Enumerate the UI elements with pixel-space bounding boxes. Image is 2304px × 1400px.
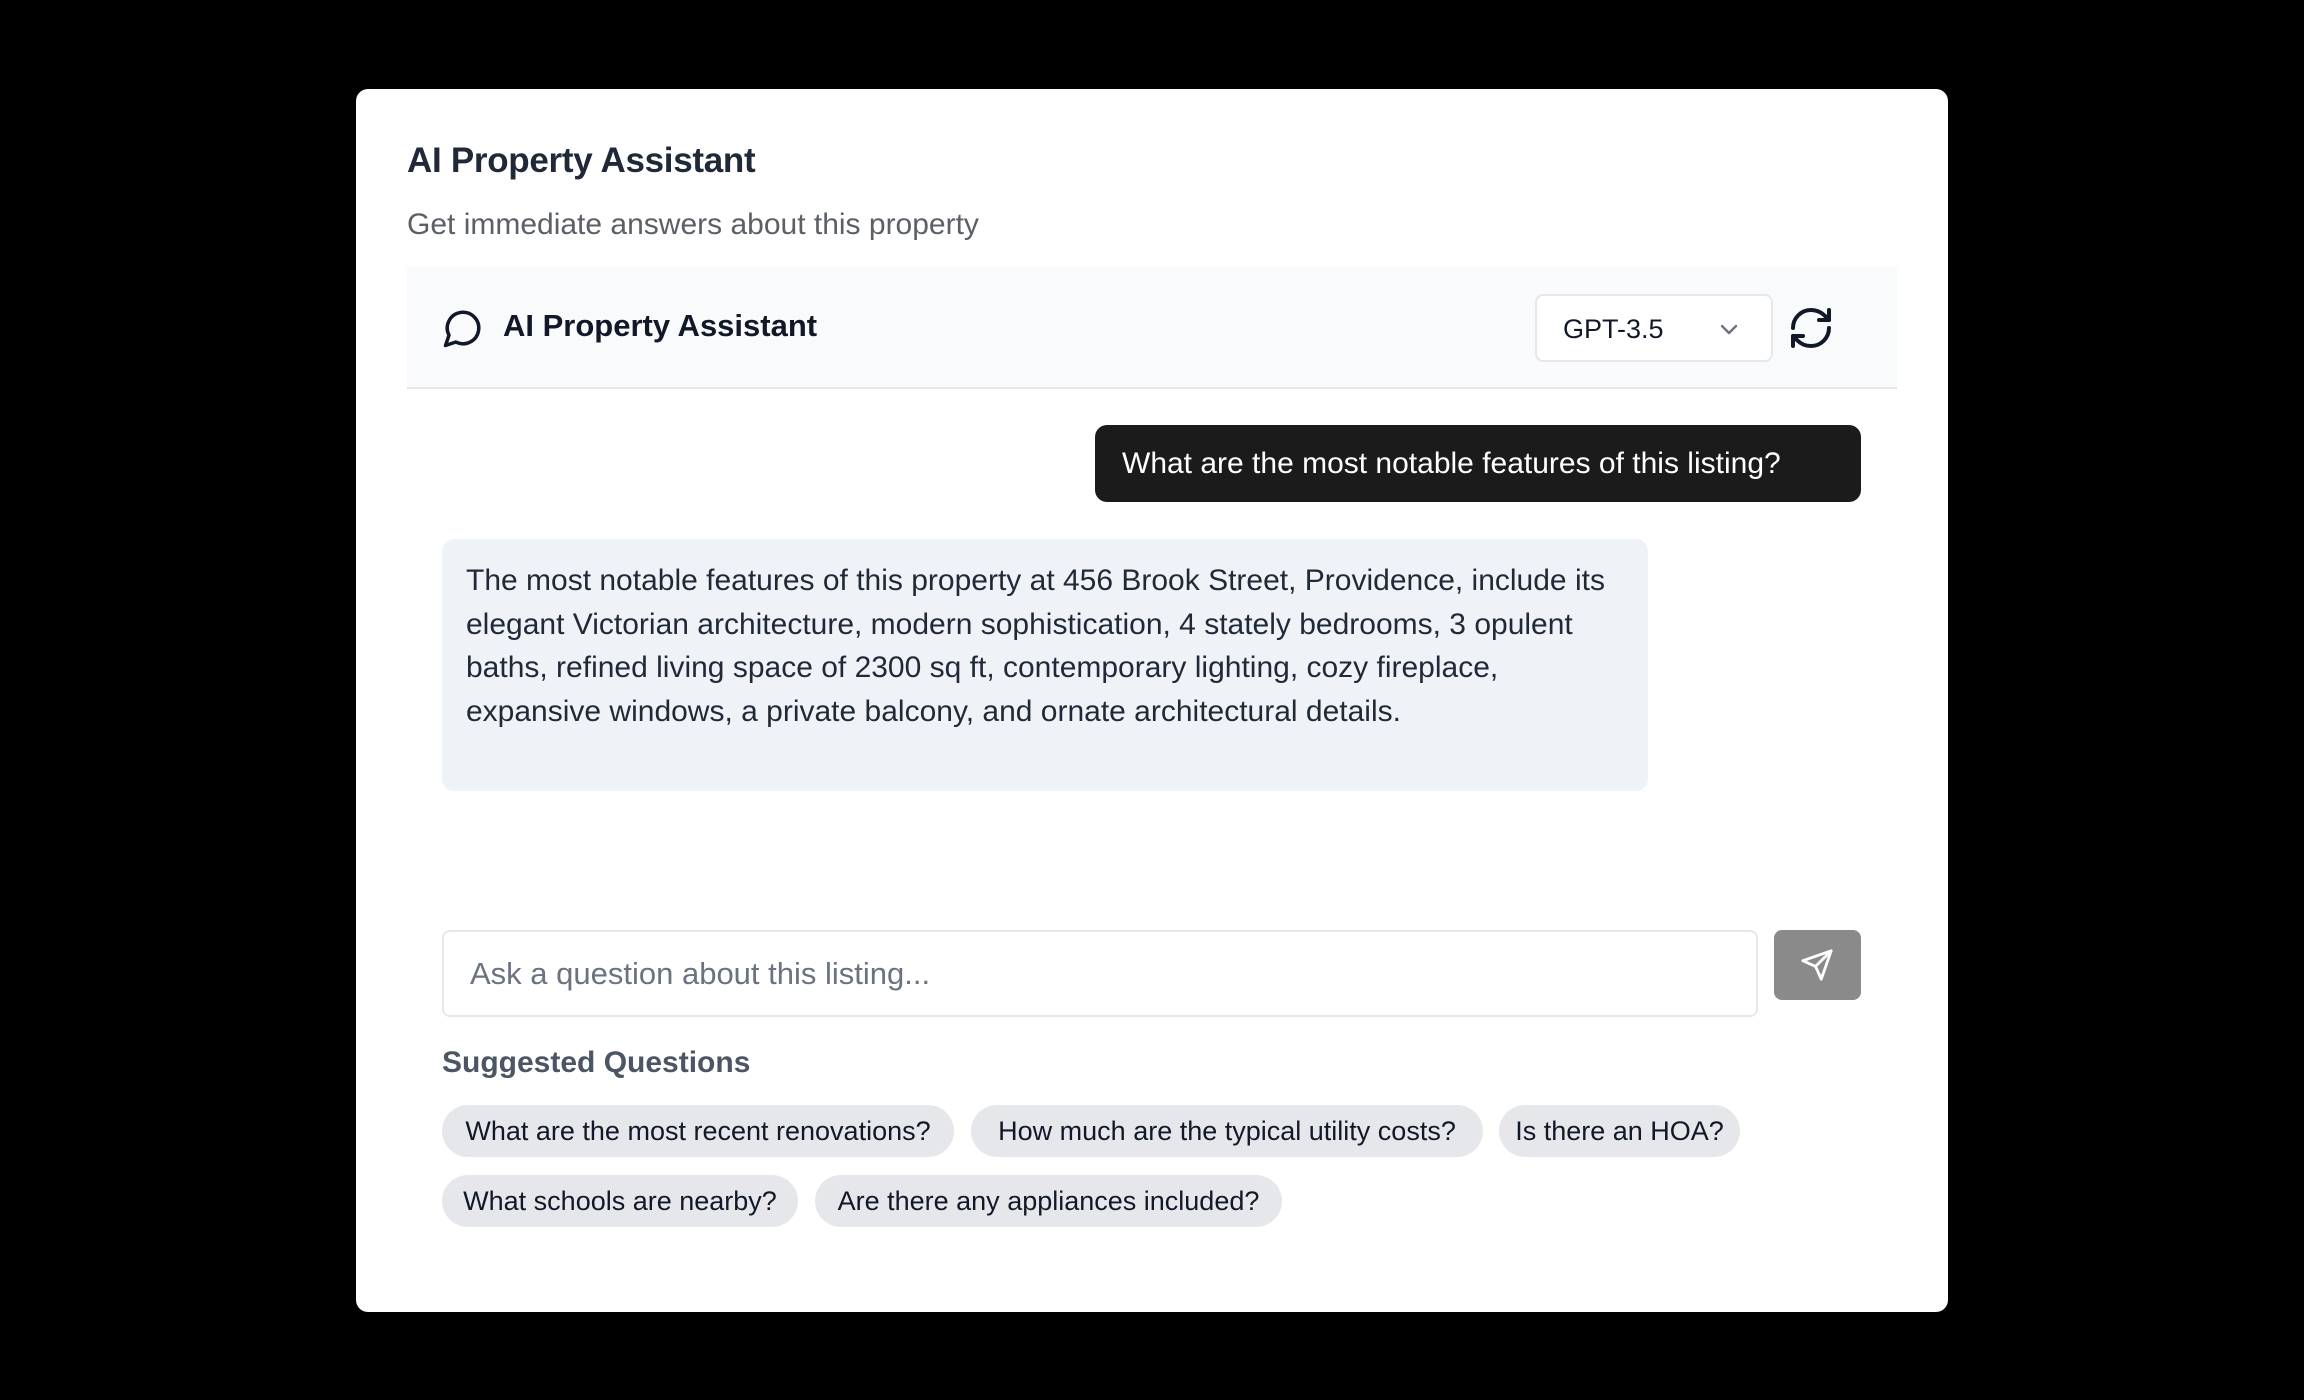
model-select-value: GPT-3.5 [1563, 314, 1664, 344]
user-message: What are the most notable features of th… [1095, 425, 1861, 502]
assistant-card: AI Property Assistant Get immediate answ… [356, 89, 1948, 1312]
chat-bubble-icon [443, 310, 481, 348]
model-select[interactable]: GPT-3.5 [1535, 294, 1773, 362]
question-input[interactable] [442, 930, 1758, 1017]
suggestion-chip[interactable]: How much are the typical utility costs? [971, 1105, 1483, 1157]
refresh-icon[interactable] [1787, 304, 1835, 352]
suggestion-chip[interactable]: Is there an HOA? [1499, 1105, 1740, 1157]
send-icon [1801, 949, 1833, 981]
assistant-message: The most notable features of this proper… [442, 539, 1648, 791]
chevron-down-icon [1720, 324, 1738, 335]
suggestion-chip[interactable]: What are the most recent renovations? [442, 1105, 954, 1157]
chat-header: AI Property Assistant GPT-3.5 [407, 267, 1897, 389]
suggestion-chip[interactable]: Are there any appliances included? [815, 1175, 1282, 1227]
card-title: AI Property Assistant [407, 141, 756, 180]
chat-header-title: AI Property Assistant [503, 308, 818, 343]
suggestion-chip[interactable]: What schools are nearby? [442, 1175, 798, 1227]
card-subtitle: Get immediate answers about this propert… [407, 208, 979, 241]
suggested-questions-title: Suggested Questions [442, 1046, 751, 1079]
send-button[interactable] [1774, 930, 1861, 1000]
